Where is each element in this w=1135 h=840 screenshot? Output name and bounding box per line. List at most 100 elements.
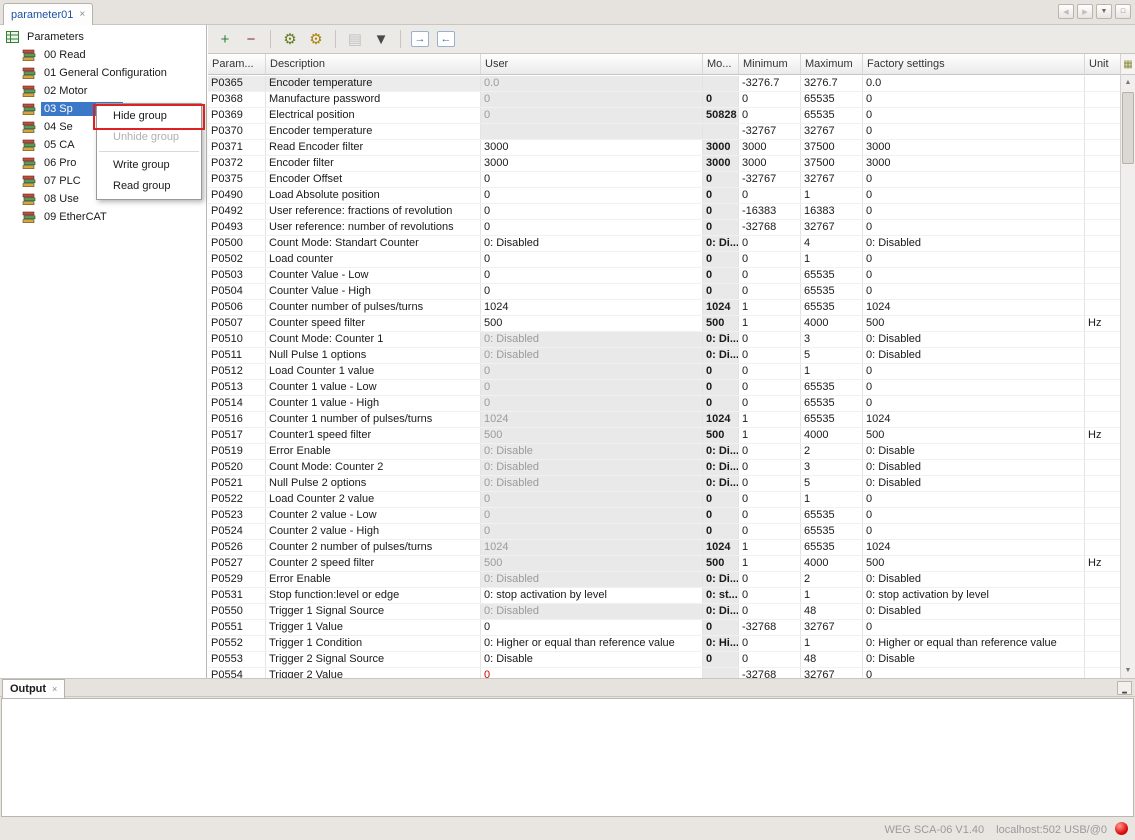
user-value-cell[interactable]: 0: Disabled — [481, 476, 703, 491]
user-value-cell[interactable]: 0 — [481, 284, 703, 299]
menu-item-read-group[interactable]: Read group — [97, 176, 201, 197]
tree-item-02-motor[interactable]: 02 Motor — [0, 82, 206, 100]
table-row[interactable]: P0504Counter Value - High000655350 — [208, 284, 1120, 300]
column-header-minimum[interactable]: Minimum — [739, 54, 801, 74]
table-row[interactable]: P0553Trigger 2 Signal Source0: Disable00… — [208, 652, 1120, 668]
tree-item-00-read[interactable]: 00 Read — [0, 46, 206, 64]
table-row[interactable]: P0371Read Encoder filter3000300030003750… — [208, 140, 1120, 156]
table-row[interactable]: P0526Counter 2 number of pulses/turns102… — [208, 540, 1120, 556]
user-value-cell[interactable]: 0: Disabled — [481, 236, 703, 251]
table-row[interactable]: P0551Trigger 1 Value00-32768327670 — [208, 620, 1120, 636]
user-value-cell[interactable]: 0 — [481, 220, 703, 235]
table-row[interactable]: P0369Electrical position0508280655350 — [208, 108, 1120, 124]
table-row[interactable]: P0514Counter 1 value - High000655350 — [208, 396, 1120, 412]
column-header-unit[interactable]: Unit — [1085, 54, 1120, 74]
table-row[interactable]: P0490Load Absolute position00010 — [208, 188, 1120, 204]
column-header-mo[interactable]: Mo... — [703, 54, 739, 74]
table-row[interactable]: P0519Error Enable0: Disable0: Di...020: … — [208, 444, 1120, 460]
user-value-cell[interactable]: 0 — [481, 508, 703, 523]
minimize-output-icon[interactable]: ▂ — [1117, 681, 1132, 695]
user-value-cell[interactable]: 0 — [481, 620, 703, 635]
table-row[interactable]: P0372Encoder filter300030003000375003000 — [208, 156, 1120, 172]
user-value-cell[interactable]: 1024 — [481, 540, 703, 555]
user-value-cell[interactable]: 0 — [481, 396, 703, 411]
table-row[interactable]: P0512Load Counter 1 value00010 — [208, 364, 1120, 380]
table-row[interactable]: P0500Count Mode: Standart Counter0: Disa… — [208, 236, 1120, 252]
table-row[interactable]: P0524Counter 2 value - High000655350 — [208, 524, 1120, 540]
user-value-cell[interactable]: 0: Higher or equal than reference value — [481, 636, 703, 651]
tab-close-icon[interactable]: × — [79, 10, 85, 20]
tab-list-dropdown-icon[interactable]: ▼ — [1096, 4, 1112, 19]
tab-parameter01[interactable]: parameter01 × — [3, 3, 93, 25]
user-value-cell[interactable]: 500 — [481, 316, 703, 331]
user-value-cell[interactable]: 3000 — [481, 156, 703, 171]
scrollbar-down-icon[interactable]: ▼ — [1121, 664, 1135, 678]
table-row[interactable]: P0493User reference: number of revolutio… — [208, 220, 1120, 236]
tree-item-01-general-configuration[interactable]: 01 General Configuration — [0, 64, 206, 82]
user-value-cell[interactable]: 0 — [481, 108, 703, 123]
user-value-cell[interactable]: 0: Disabled — [481, 460, 703, 475]
table-row[interactable]: P0550Trigger 1 Signal Source0: Disabled0… — [208, 604, 1120, 620]
user-value-cell[interactable]: 0 — [481, 268, 703, 283]
column-header-param[interactable]: Param... — [208, 54, 266, 74]
user-value-cell[interactable]: 0 — [481, 172, 703, 187]
user-value-cell[interactable]: 1024 — [481, 412, 703, 427]
table-row[interactable]: P0529Error Enable0: Disabled0: Di...020:… — [208, 572, 1120, 588]
user-value-cell[interactable]: 0 — [481, 492, 703, 507]
tree-item-09-ethercat[interactable]: 09 EtherCAT — [0, 208, 206, 226]
menu-item-write-group[interactable]: Write group — [97, 155, 201, 176]
import-table-icon[interactable]: ← — [437, 31, 455, 47]
table-row[interactable]: P0502Load counter00010 — [208, 252, 1120, 268]
maximize-window-icon[interactable]: □ — [1115, 4, 1131, 19]
write-parameters-gear-icon[interactable]: ⚙ — [305, 28, 327, 50]
user-value-cell[interactable]: 1024 — [481, 300, 703, 315]
tree-root-parameters[interactable]: Parameters — [0, 28, 206, 46]
table-row[interactable]: P0365Encoder temperature0.0-3276.73276.7… — [208, 76, 1120, 92]
user-value-cell[interactable]: 0 — [481, 204, 703, 219]
column-header-user[interactable]: User — [481, 54, 703, 74]
table-row[interactable]: P0517Counter1 speed filter50050014000500… — [208, 428, 1120, 444]
table-row[interactable]: P0492User reference: fractions of revolu… — [208, 204, 1120, 220]
table-row[interactable]: P0503Counter Value - Low000655350 — [208, 268, 1120, 284]
column-selector-icon[interactable]: ▦ — [1121, 54, 1135, 75]
column-header-description[interactable]: Description — [266, 54, 481, 74]
user-value-cell[interactable]: 0: Disabled — [481, 332, 703, 347]
table-row[interactable]: P0516Counter 1 number of pulses/turns102… — [208, 412, 1120, 428]
table-row[interactable]: P0368Manufacture password000655350 — [208, 92, 1120, 108]
table-row[interactable]: P0370Encoder temperature-32767327670 — [208, 124, 1120, 140]
table-row[interactable]: P0511Null Pulse 1 options0: Disabled0: D… — [208, 348, 1120, 364]
edit-parameter-icon[interactable]: ▤ — [344, 28, 366, 50]
table-row[interactable]: P0513Counter 1 value - Low000655350 — [208, 380, 1120, 396]
add-parameter-icon[interactable]: + — [214, 28, 236, 50]
table-row[interactable]: P0510Count Mode: Counter 10: Disabled0: … — [208, 332, 1120, 348]
table-row[interactable]: P0531Stop function:level or edge0: stop … — [208, 588, 1120, 604]
user-value-cell[interactable]: 0: stop activation by level — [481, 588, 703, 603]
table-row[interactable]: P0521Null Pulse 2 options0: Disabled0: D… — [208, 476, 1120, 492]
user-value-cell[interactable]: 0: Disabled — [481, 604, 703, 619]
output-close-icon[interactable]: × — [52, 684, 57, 694]
menu-item-hide-group[interactable]: Hide group — [97, 106, 201, 127]
table-row[interactable]: P0523Counter 2 value - Low000655350 — [208, 508, 1120, 524]
table-row[interactable]: P0507Counter speed filter50050014000500H… — [208, 316, 1120, 332]
user-value-cell[interactable]: 500 — [481, 556, 703, 571]
filter-icon[interactable]: ▼ — [370, 28, 392, 50]
scrollbar-thumb[interactable] — [1122, 92, 1134, 164]
user-value-cell[interactable]: 0 — [481, 524, 703, 539]
user-value-cell[interactable]: 0: Disabled — [481, 348, 703, 363]
user-value-cell[interactable]: 0 — [481, 364, 703, 379]
table-row[interactable]: P0554Trigger 2 Value0-32768327670 — [208, 668, 1120, 678]
user-value-cell[interactable]: 0.0 — [481, 76, 703, 91]
vertical-scrollbar[interactable]: ▦ ▲ ▼ — [1120, 54, 1135, 678]
user-value-cell[interactable]: 0 — [481, 92, 703, 107]
user-value-cell[interactable]: 500 — [481, 428, 703, 443]
user-value-cell[interactable]: 0 — [481, 380, 703, 395]
read-parameters-gear-icon[interactable]: ⚙ — [279, 28, 301, 50]
user-value-cell[interactable]: 0: Disable — [481, 652, 703, 667]
remove-parameter-icon[interactable]: − — [240, 28, 262, 50]
user-value-cell[interactable]: 0 — [481, 188, 703, 203]
user-value-cell[interactable]: 0 — [481, 252, 703, 267]
table-row[interactable]: P0527Counter 2 speed filter5005001400050… — [208, 556, 1120, 572]
user-value-cell[interactable]: 0: Disable — [481, 444, 703, 459]
table-row[interactable]: P0522Load Counter 2 value00010 — [208, 492, 1120, 508]
table-row[interactable]: P0375Encoder Offset00-32767327670 — [208, 172, 1120, 188]
